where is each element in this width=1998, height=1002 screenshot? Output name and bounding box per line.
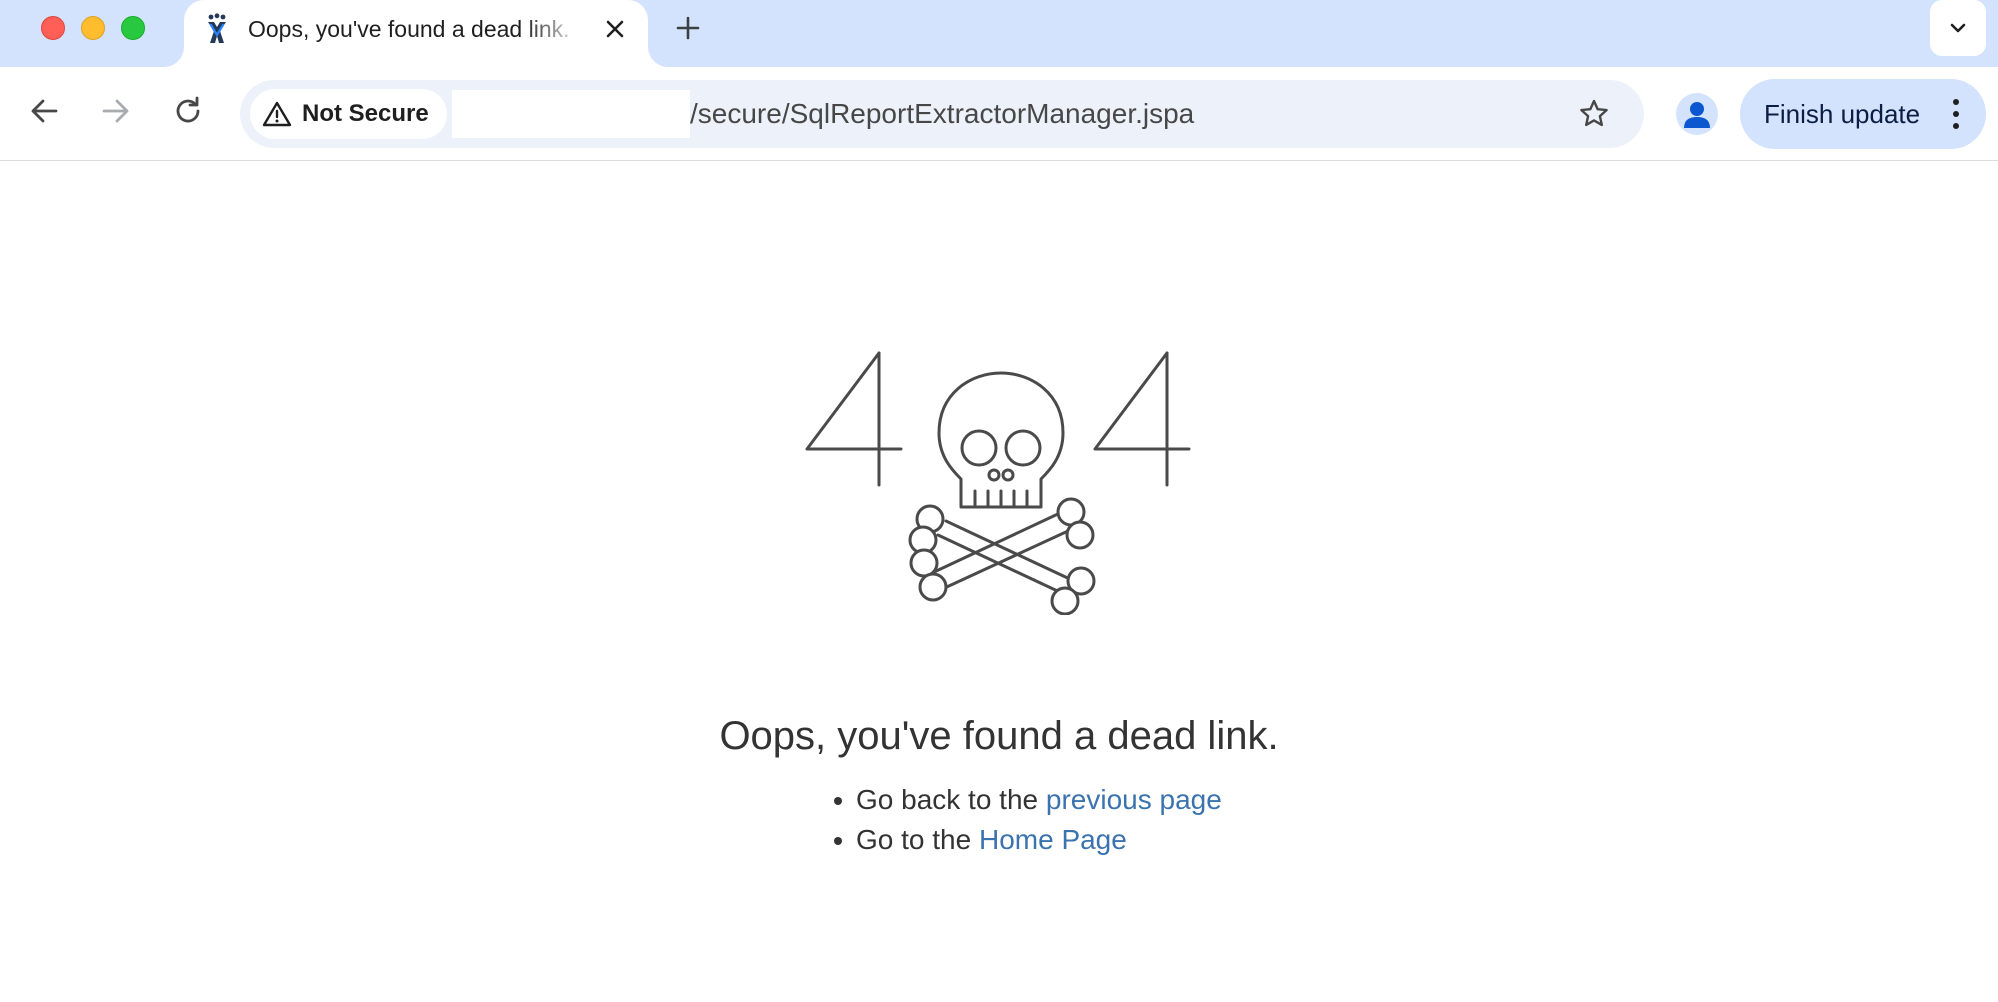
- digit-four-right: [1093, 351, 1191, 487]
- suggestion-text: Go back to the: [856, 784, 1046, 815]
- chevron-down-icon: [1950, 23, 1966, 33]
- star-icon[interactable]: [1576, 96, 1612, 132]
- security-label: Not Secure: [302, 100, 429, 127]
- error-404-illustration: [805, 351, 1191, 615]
- tab-title: Oops, you've found a dead link.: [248, 16, 570, 42]
- window-minimize-button[interactable]: [81, 16, 105, 40]
- address-bar[interactable]: Not Secure /secure/SqlReportExtractorMan…: [240, 80, 1644, 148]
- reload-icon[interactable]: [168, 91, 208, 131]
- suggestion-list: Go back to the previous page Go to the H…: [834, 780, 1222, 860]
- list-item: Go back to the previous page: [834, 780, 1222, 820]
- plus-icon[interactable]: [672, 12, 704, 44]
- finish-update-label: Finish update: [1764, 99, 1921, 129]
- page-headline: Oops, you've found a dead link.: [719, 714, 1279, 758]
- skull-crossbones-icon: [908, 371, 1096, 615]
- profile-button[interactable]: [1676, 93, 1718, 135]
- finish-update-button[interactable]: Finish update: [1740, 79, 1986, 149]
- url-path: /secure/SqlReportExtractorManager.jspa: [690, 98, 1195, 129]
- person-icon: [1684, 102, 1710, 128]
- window-close-button[interactable]: [41, 16, 65, 40]
- digit-four-left: [805, 351, 903, 487]
- previous-page-link[interactable]: previous page: [1046, 784, 1222, 815]
- arrow-right-icon[interactable]: [96, 91, 136, 131]
- close-icon[interactable]: [600, 14, 630, 44]
- tab-strip: Oops, you've found a dead link.: [0, 0, 1998, 67]
- suggestion-text: Go to the: [856, 824, 979, 855]
- tab-search-button[interactable]: [1930, 0, 1986, 56]
- list-item: Go to the Home Page: [834, 820, 1222, 860]
- vertical-dots-icon[interactable]: [1948, 96, 1964, 132]
- window-maximize-button[interactable]: [121, 16, 145, 40]
- home-page-link[interactable]: Home Page: [979, 824, 1127, 855]
- active-tab[interactable]: Oops, you've found a dead link.: [184, 0, 648, 67]
- security-indicator[interactable]: Not Secure: [250, 89, 447, 139]
- warning-triangle-icon: [262, 101, 292, 127]
- url-host-redacted: [452, 90, 690, 138]
- jira-logo-icon: [208, 13, 226, 43]
- browser-toolbar: Not Secure /secure/SqlReportExtractorMan…: [0, 67, 1998, 161]
- arrow-left-icon[interactable]: [24, 91, 64, 131]
